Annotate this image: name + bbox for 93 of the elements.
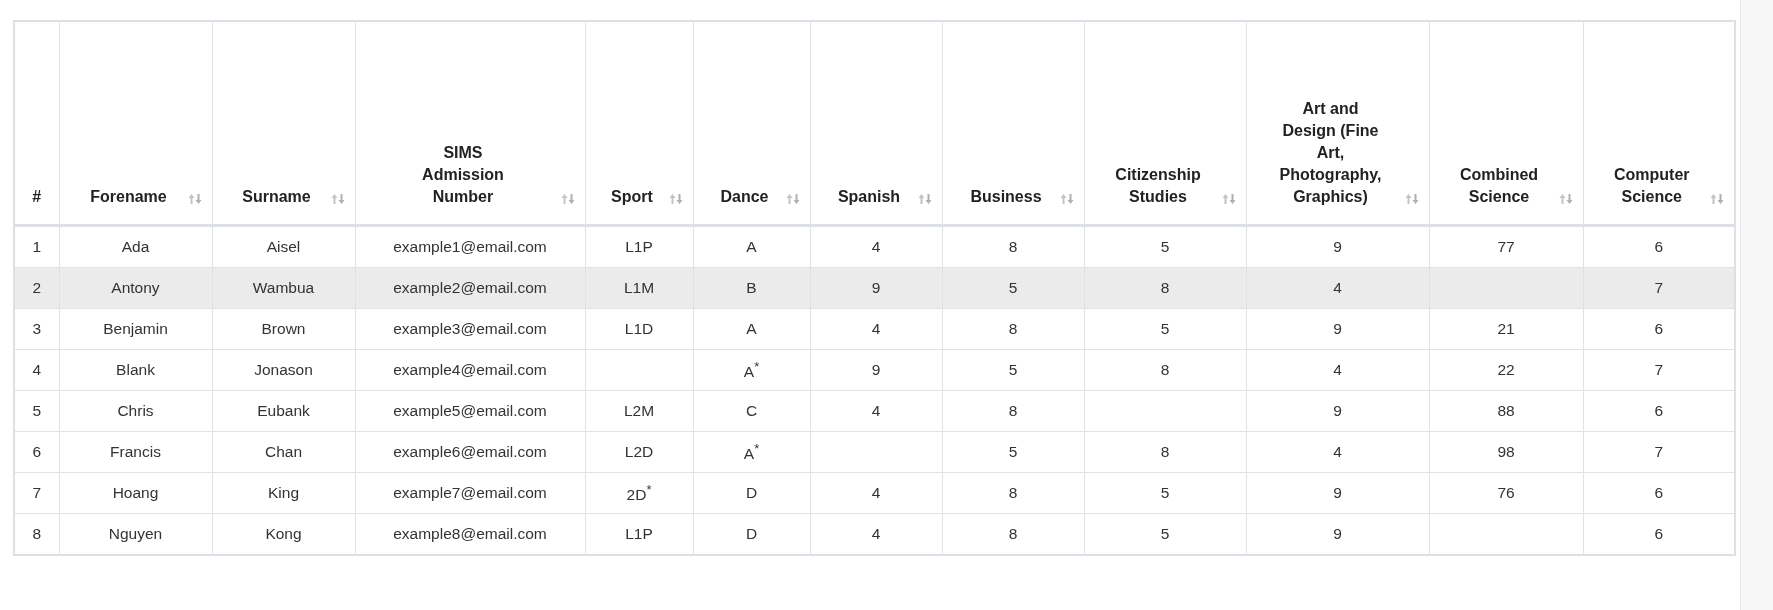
table-cell: L1D	[585, 308, 693, 350]
table-cell: example7@email.com	[355, 472, 585, 514]
table-cell: Hoang	[59, 472, 212, 514]
sort-icon	[560, 194, 575, 204]
table-cell: C	[693, 390, 810, 432]
table-cell: Ada	[59, 225, 212, 268]
table-cell: 9	[1246, 472, 1429, 514]
table-cell: 8	[1084, 431, 1246, 473]
table-cell: 3	[14, 308, 59, 350]
table-row[interactable]: 6 Francis Chan example6@email.com L2D A$^{*}$ 5 8 4 98 7	[14, 431, 1735, 473]
table-cell: example6@email.com	[355, 431, 585, 473]
table-cell: L2M	[585, 390, 693, 432]
table-cell: L2D	[585, 431, 693, 473]
table-cell: Eubank	[212, 390, 355, 432]
table-cell: example3@email.com	[355, 308, 585, 350]
table-row[interactable]: 5 Chris Eubank example5@email.com L2M C 4 8 9 88 6	[14, 390, 1735, 432]
table-cell: A$^{*}$	[693, 349, 810, 391]
table-cell: example5@email.com	[355, 390, 585, 432]
sort-icon	[785, 194, 800, 204]
table-cell: 9	[1246, 225, 1429, 268]
sort-icon	[1221, 194, 1236, 204]
table-cell: 98	[1429, 431, 1583, 473]
table-cell: 88	[1429, 390, 1583, 432]
table-cell: A	[693, 308, 810, 350]
table-cell: 5	[942, 349, 1084, 391]
table-cell: 9	[810, 267, 942, 309]
table-row[interactable]: 7 Hoang King example7@email.com 2D$^{*}$ D 4 8 5 9 76 6	[14, 472, 1735, 514]
table-cell: 9	[810, 349, 942, 391]
table-cell: Benjamin	[59, 308, 212, 350]
table-cell: 8	[942, 472, 1084, 514]
table-cell: Chan	[212, 431, 355, 473]
table-cell: 8	[1084, 267, 1246, 309]
table-cell: 4	[810, 472, 942, 514]
sort-icon	[668, 194, 683, 204]
table-cell: 7	[14, 472, 59, 514]
table-row[interactable]: 1 Ada Aisel example1@email.com L1P A 4 8 5 9 77 6	[14, 225, 1735, 268]
table-cell: Wambua	[212, 267, 355, 309]
table-cell: Jonason	[212, 349, 355, 391]
table-cell: 5	[1084, 225, 1246, 268]
table-cell: 8	[942, 390, 1084, 432]
table-cell: example1@email.com	[355, 225, 585, 268]
table-cell: 5	[1084, 472, 1246, 514]
table-cell: 8	[942, 308, 1084, 350]
scrollbar[interactable]	[1740, 0, 1773, 610]
table-cell: Brown	[212, 308, 355, 350]
table-cell: A$^{*}$	[693, 431, 810, 473]
table-cell: Blank	[59, 349, 212, 391]
table-cell: 2D$^{*}$	[585, 472, 693, 514]
table-cell: D	[693, 472, 810, 514]
table-cell: 4	[810, 308, 942, 350]
table-cell: 76	[1429, 472, 1583, 514]
sort-icon	[1404, 194, 1419, 204]
table-cell: 4	[1246, 431, 1429, 473]
sort-icon	[1710, 194, 1724, 204]
sort-icon	[1059, 194, 1074, 204]
table-row[interactable]: 3 Benjamin Brown example3@email.com L1D A 4 8 5 9 21 6	[14, 308, 1735, 350]
table-row[interactable]: 8 Nguyen Kong example8@email.com L1P D 4 8 5 9 6	[14, 513, 1735, 555]
table-cell: example2@email.com	[355, 267, 585, 309]
table-cell: 4	[1246, 267, 1429, 309]
table-cell: 2	[14, 267, 59, 309]
table-cell: Antony	[59, 267, 212, 309]
table-cell: example4@email.com	[355, 349, 585, 391]
table-cell: L1P	[585, 225, 693, 268]
table-cell: 4	[810, 390, 942, 432]
sort-icon	[187, 194, 202, 204]
table-cell: 4	[14, 349, 59, 391]
table-cell: 21	[1429, 308, 1583, 350]
table-cell: A	[693, 225, 810, 268]
table-cell: 1	[14, 225, 59, 268]
sort-icon	[330, 194, 345, 204]
table-row[interactable]: 4 Blank Jonason example4@email.com A$^{*}$ 9 5 8 4 22 7	[14, 349, 1735, 391]
table-row[interactable]: 2 Antony Wambua example2@email.com L1M B 9 5 8 4 7	[14, 267, 1735, 309]
table-cell: 5	[942, 431, 1084, 473]
table-cell: 9	[1246, 308, 1429, 350]
table-cell: 4	[810, 225, 942, 268]
table-cell: 22	[1429, 349, 1583, 391]
table-cell: 9	[1246, 390, 1429, 432]
table-cell: 8	[1084, 349, 1246, 391]
table-cell: 6	[14, 431, 59, 473]
table-cell: 4	[1246, 349, 1429, 391]
table-cell: 8	[942, 225, 1084, 268]
table-cell: Chris	[59, 390, 212, 432]
sort-icon	[1558, 194, 1573, 204]
table-cell: Aisel	[212, 225, 355, 268]
table-cell: 5	[1084, 308, 1246, 350]
table-cell: 77	[1429, 225, 1583, 268]
table-cell: 5	[942, 267, 1084, 309]
table-cell: B	[693, 267, 810, 309]
table-cell: L1M	[585, 267, 693, 309]
sort-icon	[917, 194, 932, 204]
table-cell: Francis	[59, 431, 212, 473]
table-cell: 5	[14, 390, 59, 432]
table-cell: King	[212, 472, 355, 514]
